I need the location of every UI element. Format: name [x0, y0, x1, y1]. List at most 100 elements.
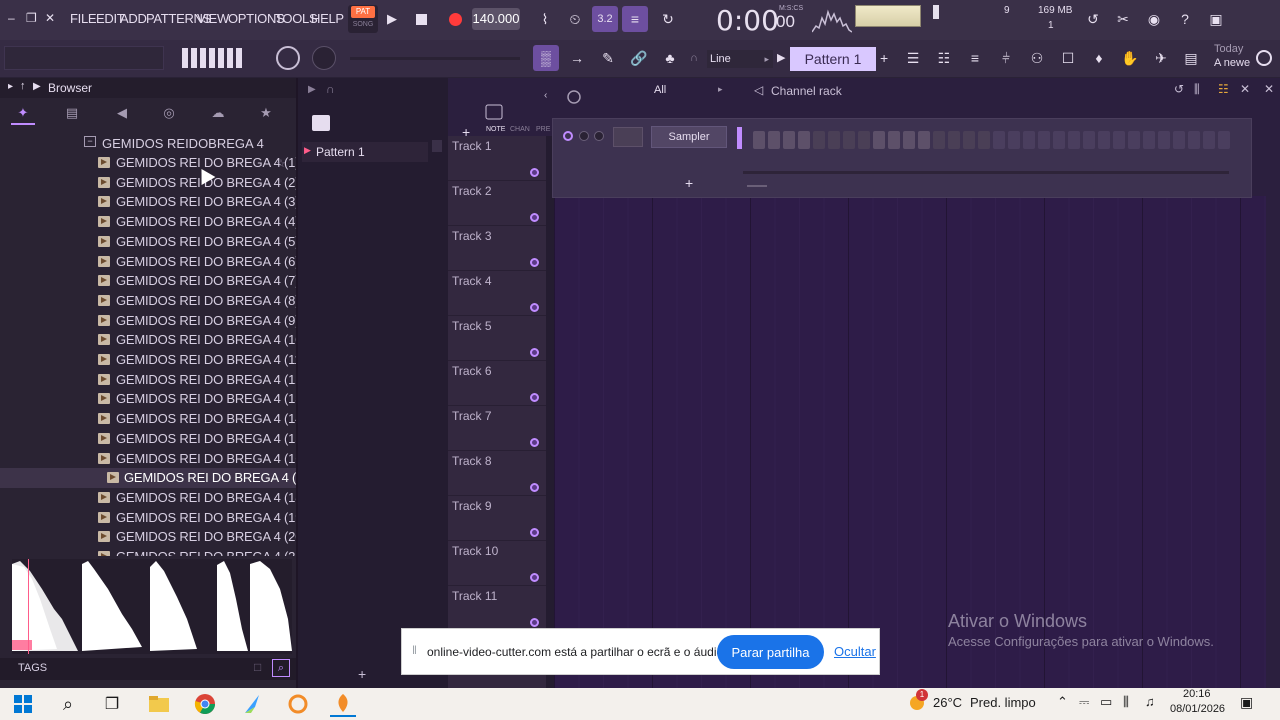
file-row[interactable]: GEMIDOS REI DO BREGA 4 (21): [0, 547, 296, 556]
step-button[interactable]: [753, 131, 765, 149]
download-icon[interactable]: ✈: [1148, 45, 1174, 71]
browser-tree-icon[interactable]: ⚇: [1024, 45, 1050, 71]
fl-studio-taskbar-icon[interactable]: [330, 691, 356, 717]
playlist-tools-icon[interactable]: [484, 101, 504, 123]
step-button[interactable]: [798, 131, 810, 149]
step-button[interactable]: [1008, 131, 1020, 149]
arrow-right-icon[interactable]: →: [564, 45, 590, 71]
step-button[interactable]: [1218, 131, 1230, 149]
track-mute-icon[interactable]: [530, 303, 539, 312]
pattern-scrollbar[interactable]: [432, 140, 442, 152]
channel-rack-scrollbar[interactable]: [743, 171, 1229, 174]
channel-rack-undo-icon[interactable]: ↺: [1174, 82, 1184, 96]
track-header[interactable]: Track 9: [448, 496, 546, 541]
file-row[interactable]: GEMIDOS REI DO BREGA 4 (20): [0, 527, 296, 547]
step-button[interactable]: [843, 131, 855, 149]
channel-mixer-track[interactable]: [613, 127, 643, 147]
step-button[interactable]: [1113, 131, 1125, 149]
step-button[interactable]: [1083, 131, 1095, 149]
track-mute-icon[interactable]: [530, 168, 539, 177]
app-orange-icon[interactable]: [285, 691, 311, 717]
channel-rack-back-icon[interactable]: ‹: [544, 90, 564, 102]
search-icon[interactable]: ⌕: [272, 659, 290, 677]
channel-name-button[interactable]: Sampler: [651, 126, 727, 148]
panic-button[interactable]: [180, 45, 248, 71]
channel-rack-icon[interactable]: ☷: [931, 45, 957, 71]
snap-select[interactable]: Line ▸: [707, 50, 773, 68]
step-button[interactable]: [873, 131, 885, 149]
paint-tool-icon[interactable]: ✎: [595, 45, 621, 71]
weather-desc[interactable]: Pred. limpo: [970, 695, 1036, 710]
step-edit-icon[interactable]: ≡: [622, 6, 648, 32]
metronome-icon[interactable]: ⌇: [532, 6, 558, 32]
file-row[interactable]: GEMIDOS REI DO BREGA 4 (12): [0, 370, 296, 390]
link-icon[interactable]: 🔗: [626, 45, 652, 71]
channel-rack-scroll[interactable]: [747, 185, 767, 187]
track-mute-icon[interactable]: [530, 528, 539, 537]
cut-tools-icon[interactable]: ✂: [1110, 6, 1136, 32]
weather-temp[interactable]: 26°C: [933, 695, 962, 710]
playlist-close-icon[interactable]: ✕: [1264, 82, 1274, 96]
help-icon[interactable]: ?: [1172, 6, 1198, 32]
track-mute-icon[interactable]: [530, 213, 539, 222]
file-row[interactable]: GEMIDOS REI DO BREGA 4 (2): [0, 173, 296, 193]
file-row[interactable]: GEMIDOS REI DO BREGA 4 (1): [0, 153, 296, 173]
channel-rack-graph-icon[interactable]: ⫼: [1194, 82, 1200, 97]
pat-song-toggle[interactable]: PAT SONG: [348, 5, 378, 33]
snap-magnet-icon[interactable]: ∩: [326, 82, 335, 96]
file-row[interactable]: GEMIDOS REI DO BREGA 4 (6): [0, 252, 296, 272]
folder-icon[interactable]: □: [254, 660, 261, 674]
add-pattern-icon[interactable]: +: [880, 50, 888, 66]
track-header[interactable]: Track 8: [448, 451, 546, 496]
menu-view[interactable]: VIEW: [197, 11, 229, 26]
file-row[interactable]: GEMIDOS REI DO BREGA 4 (11): [0, 350, 296, 370]
eq-icon[interactable]: ⫩: [993, 45, 1019, 71]
step-button[interactable]: [978, 131, 990, 149]
magnet-icon[interactable]: ∩: [690, 52, 698, 64]
hide-banner-link[interactable]: Ocultar: [834, 644, 876, 659]
track-mute-icon[interactable]: [530, 393, 539, 402]
channel-select-indicator[interactable]: [737, 127, 742, 149]
track-header[interactable]: Track 5: [448, 316, 546, 361]
step-button[interactable]: [1203, 131, 1215, 149]
playlist-icon[interactable]: ☰: [900, 45, 926, 71]
tray-usb-icon[interactable]: ⎓: [1079, 694, 1089, 710]
loop-record-icon[interactable]: ↻: [655, 6, 681, 32]
step-button[interactable]: [783, 131, 795, 149]
track-header[interactable]: Track 2: [448, 181, 546, 226]
track-mute-icon[interactable]: [530, 618, 539, 627]
channel-rack-close-icon[interactable]: ✕: [1240, 82, 1250, 96]
step-button[interactable]: [1038, 131, 1050, 149]
track-mute-icon[interactable]: [530, 483, 539, 492]
step-button[interactable]: [768, 131, 780, 149]
step-button[interactable]: [933, 131, 945, 149]
track-mute-icon[interactable]: [530, 348, 539, 357]
playlist-menu-icon[interactable]: ▶: [308, 84, 316, 95]
record-icon[interactable]: [449, 13, 462, 26]
master-slider[interactable]: [350, 57, 520, 60]
step-button[interactable]: [993, 131, 1005, 149]
file-row[interactable]: GEMIDOS REI DO BREGA 4 (7): [0, 271, 296, 291]
tray-battery-icon[interactable]: ▭: [1100, 694, 1112, 710]
countdown-icon[interactable]: 3.2: [592, 6, 618, 32]
channel-mute-icon[interactable]: [563, 131, 573, 141]
playhead-marker[interactable]: [12, 640, 32, 650]
stop-icon[interactable]: [416, 14, 427, 25]
step-button[interactable]: [858, 131, 870, 149]
file-row[interactable]: GEMIDOS REI DO BREGA 4 (13): [0, 389, 296, 409]
track-header[interactable]: Track 4: [448, 271, 546, 316]
step-button[interactable]: [1098, 131, 1110, 149]
file-row[interactable]: GEMIDOS REI DO BREGA 4 (16): [0, 449, 296, 469]
wait-input-icon[interactable]: ⏲: [562, 6, 588, 32]
stop-sharing-button[interactable]: Parar partilha: [717, 635, 824, 669]
step-button[interactable]: [1053, 131, 1065, 149]
file-row[interactable]: GEMIDOS REI DO BREGA 4 (9): [0, 311, 296, 331]
mixer-icon[interactable]: ≡: [962, 45, 988, 71]
search-taskbar-icon[interactable]: ⌕: [55, 691, 81, 717]
channel-pan-knob[interactable]: [579, 131, 589, 141]
menu-add[interactable]: ADD: [120, 11, 147, 26]
file-row[interactable]: GEMIDOS REI DO BREGA 4 (14): [0, 409, 296, 429]
tray-wifi-icon[interactable]: ⫼: [1123, 694, 1129, 710]
tempo-display[interactable]: 140.000: [472, 8, 520, 30]
step-button[interactable]: [918, 131, 930, 149]
